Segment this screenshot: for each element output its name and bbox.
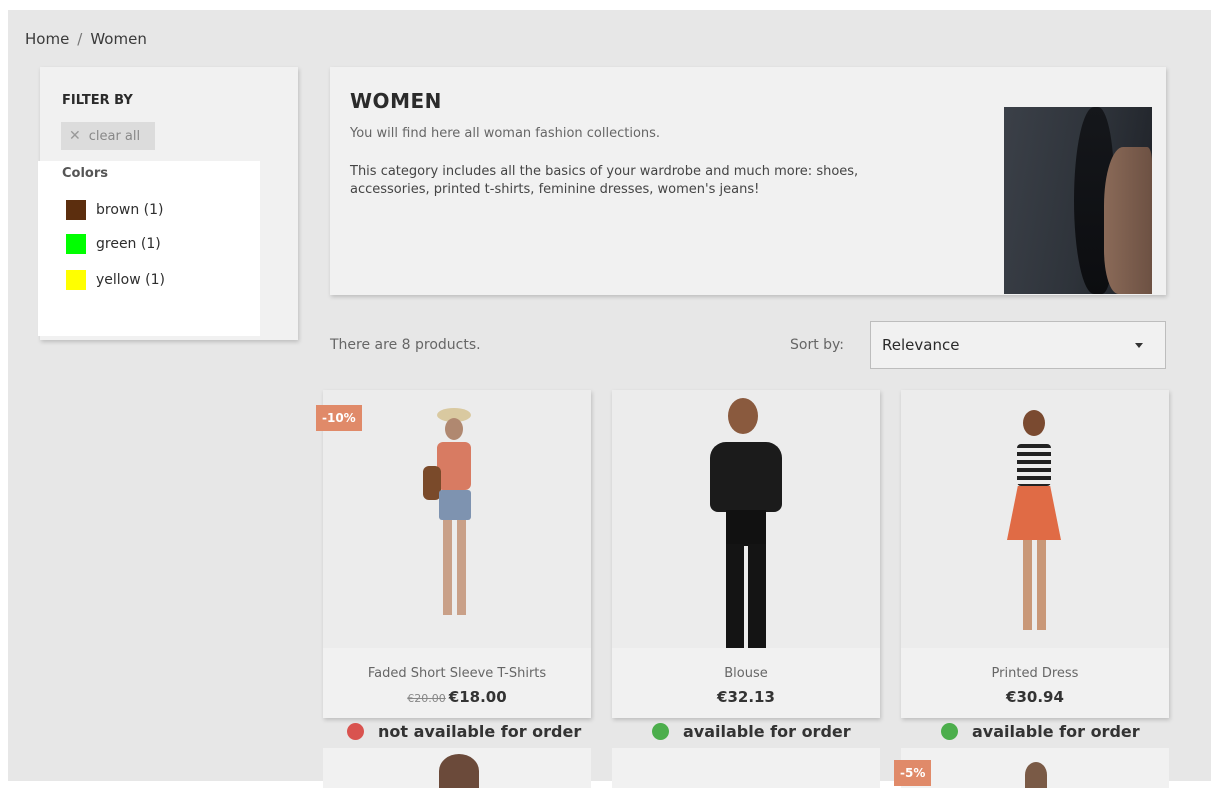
breadcrumb-current[interactable]: Women xyxy=(90,30,146,48)
shorts-shape xyxy=(439,490,471,520)
product-count: There are 8 products. xyxy=(330,337,481,353)
leg-shape xyxy=(1023,540,1032,630)
color-filter-label: yellow (1) xyxy=(96,272,165,288)
category-image-arm xyxy=(1104,147,1152,294)
product-figure xyxy=(415,408,495,638)
waist-shape xyxy=(726,510,766,546)
clear-all-button[interactable]: ✕ clear all xyxy=(61,122,155,150)
availability-status: available for order xyxy=(941,722,1140,741)
product-name[interactable]: Faded Short Sleeve T-Shirts xyxy=(323,666,591,681)
head-shape xyxy=(1023,410,1045,436)
product-card[interactable]: Blouse €32.13 xyxy=(612,390,880,718)
caret-down-icon xyxy=(1135,343,1143,348)
color-swatch-yellow[interactable] xyxy=(66,270,86,290)
filter-title: FILTER BY xyxy=(62,93,133,108)
skirt-shape xyxy=(1007,486,1061,540)
product-image[interactable] xyxy=(439,754,479,788)
facet-title-colors: Colors xyxy=(62,166,109,181)
category-description: You will find here all woman fashion col… xyxy=(350,126,661,141)
product-card[interactable]: Printed Dress €30.94 xyxy=(901,390,1169,718)
leg-shape xyxy=(1037,540,1046,630)
category-title: WOMEN xyxy=(350,89,442,113)
product-old-price: €20.00 xyxy=(407,692,446,705)
product-current-price: €18.00 xyxy=(448,688,507,706)
head-shape xyxy=(728,398,758,434)
product-name[interactable]: Printed Dress xyxy=(901,666,1169,681)
discount-badge: -10% xyxy=(316,405,362,431)
breadcrumb: Home / Women xyxy=(25,30,147,48)
product-image[interactable] xyxy=(323,390,591,648)
product-current-price: €30.94 xyxy=(1006,688,1064,706)
product-image[interactable] xyxy=(612,390,880,648)
availability-status: not available for order xyxy=(347,722,581,741)
product-figure xyxy=(696,398,796,648)
close-icon: ✕ xyxy=(69,128,81,144)
sort-label: Sort by: xyxy=(790,337,845,353)
clear-all-label: clear all xyxy=(88,129,141,144)
color-filter-label: brown (1) xyxy=(96,202,164,218)
product-current-price: €32.13 xyxy=(717,688,775,706)
sort-dropdown[interactable]: Relevance xyxy=(870,321,1166,369)
color-filter-green[interactable]: green (1) xyxy=(66,233,161,255)
breadcrumb-separator: / xyxy=(77,30,83,48)
product-card[interactable] xyxy=(323,748,591,788)
color-filter-label: green (1) xyxy=(96,236,161,252)
leg-shape xyxy=(457,520,466,615)
sort-selected-value: Relevance xyxy=(882,336,960,354)
color-swatch-green[interactable] xyxy=(66,234,86,254)
color-filter-brown[interactable]: brown (1) xyxy=(66,199,164,221)
product-image[interactable] xyxy=(1025,762,1047,788)
status-dot-icon xyxy=(347,723,364,740)
head-shape xyxy=(445,418,463,440)
product-price: €32.13 xyxy=(612,688,880,706)
color-filter-yellow[interactable]: yellow (1) xyxy=(66,269,165,291)
availability-label: available for order xyxy=(683,722,851,741)
availability-label: available for order xyxy=(972,722,1140,741)
product-image[interactable] xyxy=(901,390,1169,648)
product-name[interactable]: Blouse xyxy=(612,666,880,681)
status-dot-icon xyxy=(652,723,669,740)
leg-shape xyxy=(726,544,744,648)
product-price: €20.00 €18.00 xyxy=(323,688,591,706)
blouse-shape xyxy=(710,442,782,512)
top-shape xyxy=(437,442,471,490)
breadcrumb-home-link[interactable]: Home xyxy=(25,30,69,48)
status-dot-icon xyxy=(941,723,958,740)
product-price: €30.94 xyxy=(901,688,1169,706)
availability-label: not available for order xyxy=(378,722,582,741)
discount-badge: -5% xyxy=(894,760,932,786)
product-figure xyxy=(993,410,1077,640)
leg-shape xyxy=(443,520,452,615)
availability-status: available for order xyxy=(652,722,851,741)
striped-top-shape xyxy=(1017,444,1051,486)
product-card[interactable] xyxy=(901,748,1169,788)
color-swatch-brown[interactable] xyxy=(66,200,86,220)
product-card[interactable]: Faded Short Sleeve T-Shirts €20.00 €18.00 xyxy=(323,390,591,718)
product-card[interactable] xyxy=(612,748,880,788)
leg-shape xyxy=(748,544,766,648)
category-image xyxy=(1004,107,1152,294)
category-description-detail: This category includes all the basics of… xyxy=(350,164,859,197)
